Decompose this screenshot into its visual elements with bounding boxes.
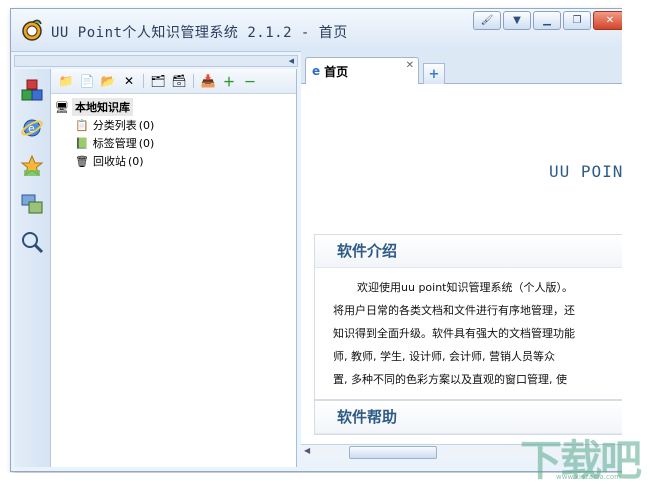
intro-line: 置, 多种不同的色彩方案以及直观的窗口管理, 使 [333,373,567,386]
minimize-button[interactable]: ▁ [533,11,561,30]
tab-bar: e 首页 ✕ + [301,51,633,85]
knowledge-tree: 🖥 本地知识库 📋 分类列表 (0) 📗 标签管理 (0) 🗑 回收站 (0) [51,94,296,170]
tree-pane: 📁 📄 📂 ✕ 🗂 🗃 📥 ＋ － 🖥 本地知识库 📋 分类列表 (0) 📗 标… [51,69,297,467]
maximize-button[interactable]: ❐ [563,11,591,30]
title-bar: UU Point个人知识管理系统 2.1.2 - 首页 🖌 ▼ ▁ ❐ ✕ [11,9,633,52]
intro-line: 欢迎使用uu point知识管理系统（个人版）。 [357,281,573,294]
tree-item-count: (0) [138,118,155,132]
intro-title: 软件介绍 [315,235,633,268]
tree-item-recycle-bin[interactable]: 🗑 回收站 (0) [75,152,296,170]
tree-item-count: (0) [127,154,144,168]
intro-line: 知识得到全面升级。软件具有强大的文档管理功能 [333,327,575,340]
new-tab-button[interactable]: + [423,63,445,85]
app-window: UU Point个人知识管理系统 2.1.2 - 首页 🖌 ▼ ▁ ❐ ✕ ◀ … [10,8,634,472]
expand-all-icon[interactable]: ＋ [220,72,238,90]
sidebar-item-windows[interactable] [17,189,47,219]
torn-edge-right [622,0,650,487]
sidebar-item-favorites[interactable] [17,151,47,181]
trash-icon: 🗑 [75,154,89,168]
intro-line: 将用户日常的各类文档和文件进行有序地管理，还 [333,304,575,317]
left-icon-bar: e [14,69,51,467]
sidebar-item-search[interactable] [17,227,47,257]
minimize-icon: ▁ [543,15,551,26]
window-title: UU Point个人知识管理系统 2.1.2 - 首页 [51,25,348,41]
intro-body: 欢迎使用uu point知识管理系统（个人版）。 将用户日常的各类文档和文件进行… [315,268,633,399]
computer-icon: 🖥 [55,100,69,114]
move-down-icon[interactable]: 🗃 [170,72,188,90]
collapse-all-icon[interactable]: － [241,72,259,90]
menu-dropdown-button[interactable]: ▼ [503,11,531,30]
app-logo-icon [22,19,42,41]
tab-home[interactable]: e 首页 ✕ [305,57,419,84]
import-icon[interactable]: 📥 [199,72,217,90]
toolbar-divider [193,74,194,88]
close-tab-icon[interactable]: ✕ [406,60,414,71]
open-folder-icon[interactable]: 📂 [99,72,117,90]
chevron-down-icon: ▼ [513,15,521,26]
category-icon: 📋 [75,118,89,132]
tree-item-label: 回收站 [92,155,126,168]
scroll-left-icon[interactable]: ◀ [304,446,310,455]
star-icon [20,154,44,177]
tag-icon: 📗 [75,136,89,150]
new-folder-icon[interactable]: 📁 [57,72,75,90]
svg-text:e: e [28,122,35,135]
tree-item-category[interactable]: 📋 分类列表 (0) [75,116,296,134]
pane-splitter[interactable]: ◀ [14,55,298,67]
tree-toolbar: 📁 📄 📂 ✕ 🗂 🗃 📥 ＋ － [51,69,296,94]
new-document-icon[interactable]: 📄 [78,72,96,90]
ie-tab-icon: e [312,64,321,78]
skin-button[interactable]: 🖌 [473,11,501,30]
brush-icon: 🖌 [480,15,494,26]
ie-globe-icon: e [21,119,43,137]
hero-title: UU POIN [549,162,624,181]
cubes-icon [21,79,43,101]
intro-section: 软件介绍 欢迎使用uu point知识管理系统（个人版）。 将用户日常的各类文档… [314,234,633,400]
watermark: 下载吧 www.xiazaiba.com [512,425,648,485]
scroll-thumb[interactable] [349,446,437,459]
collapse-left-icon[interactable]: ◀ [289,57,294,65]
tree-item-label: 标签管理 [92,137,137,150]
windows-icon [21,194,43,214]
intro-line: 师, 教师, 学生, 设计师, 会计师, 营销人员等众 [333,350,555,363]
window-controls: 🖌 ▼ ▁ ❐ ✕ [473,11,627,30]
maximize-icon: ❐ [572,15,582,26]
tab-label: 首页 [324,64,349,79]
watermark-url: www.xiazaiba.com [556,473,621,481]
toolbar-divider [143,74,144,88]
tree-item-tags[interactable]: 📗 标签管理 (0) [75,134,296,152]
sidebar-item-web[interactable]: e [17,113,47,143]
home-page-content: UU POIN 软件介绍 欢迎使用uu point知识管理系统（个人版）。 将用… [301,84,633,444]
tree-item-label: 分类列表 [92,119,137,132]
delete-icon[interactable]: ✕ [120,72,138,90]
magnifier-icon [22,232,44,254]
close-icon: ✕ [605,15,615,26]
tree-item-count: (0) [138,136,155,150]
tree-root-label: 本地知识库 [71,98,133,116]
move-up-icon[interactable]: 🗂 [149,72,167,90]
sidebar-item-knowledge[interactable] [17,75,47,105]
tree-root[interactable]: 🖥 本地知识库 [55,98,296,116]
